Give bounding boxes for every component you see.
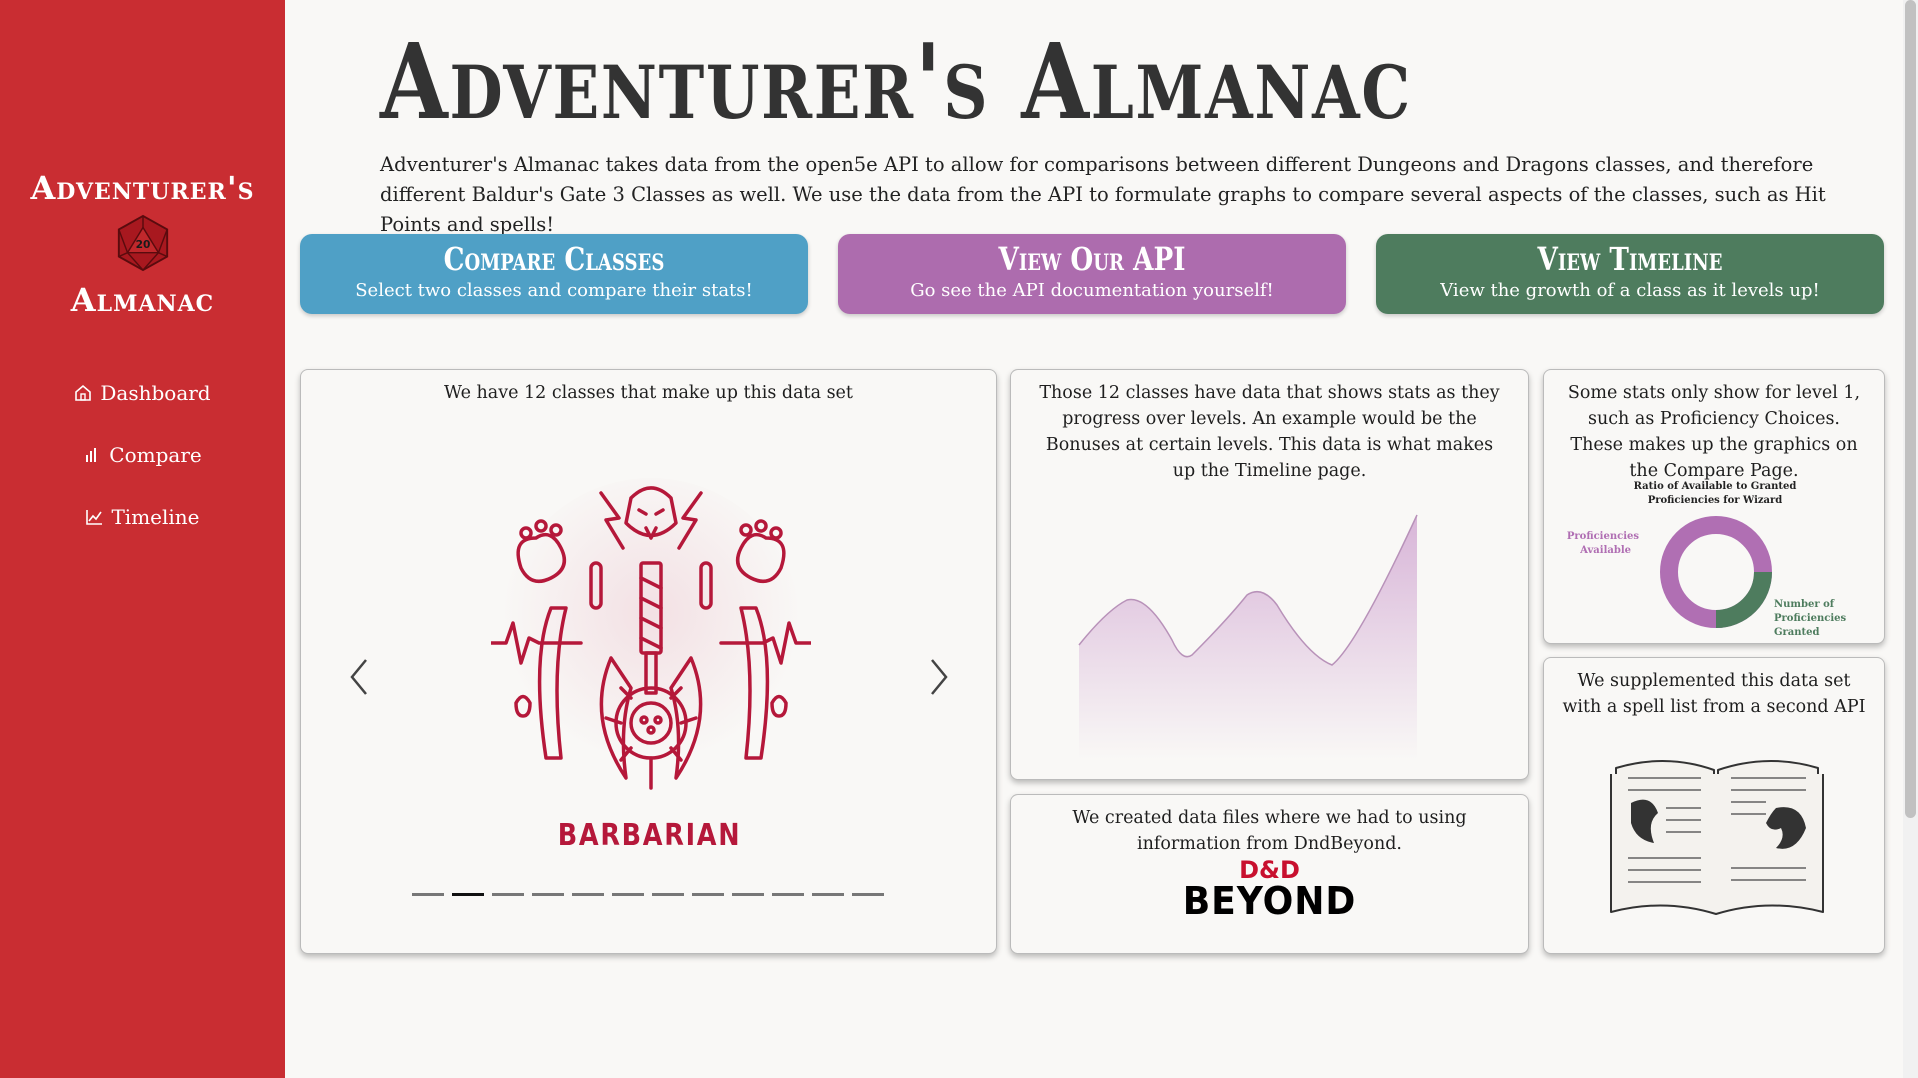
carousel-indicator[interactable] xyxy=(812,893,844,896)
carousel-indicator[interactable] xyxy=(612,893,644,896)
scrollbar-thumb[interactable] xyxy=(1905,0,1916,818)
view-timeline-button[interactable]: View Timeline View the growth of a class… xyxy=(1376,234,1884,314)
timeline-info-card: Those 12 classes have data that shows st… xyxy=(1010,369,1529,780)
spells-card: We supplemented this data set with a spe… xyxy=(1543,657,1885,954)
dndbeyond-card: We created data files where we had to us… xyxy=(1010,794,1529,954)
slide-class-label: BARBARIAN xyxy=(557,818,742,853)
home-icon xyxy=(75,384,92,401)
proficiency-card-text: Some stats only show for level 1, such a… xyxy=(1567,383,1861,481)
dndbeyond-card-text: We created data files where we had to us… xyxy=(1072,808,1467,854)
nav-label-dashboard: Dashboard xyxy=(100,381,211,405)
label-available-1: Proficiencies xyxy=(1567,531,1639,542)
spells-card-text: We supplemented this data set with a spe… xyxy=(1562,671,1866,717)
d20-die-icon: 20 xyxy=(117,214,168,272)
nav-item-compare[interactable]: Compare xyxy=(0,424,285,486)
nav-item-dashboard[interactable]: Dashboard xyxy=(0,362,285,424)
view-timeline-subtitle: View the growth of a class as it levels … xyxy=(1440,280,1820,301)
page-title: Adventurer's Almanac xyxy=(380,20,1412,143)
carousel-next-arrow-icon[interactable] xyxy=(924,652,954,702)
carousel-indicator[interactable] xyxy=(852,893,884,896)
page-scrollbar[interactable] xyxy=(1903,0,1918,1078)
carousel-indicator[interactable] xyxy=(732,893,764,896)
carousel-indicator[interactable] xyxy=(772,893,804,896)
barbarian-emblem-icon xyxy=(491,478,811,790)
carousel-indicator[interactable] xyxy=(532,893,564,896)
label-granted-1: Number of xyxy=(1774,599,1835,610)
view-api-subtitle: Go see the API documentation yourself! xyxy=(910,280,1274,301)
donut-title-line2: Proficiencies for Wizard xyxy=(1648,495,1783,506)
sidebar: Adventurer's 20 Almanac Dashboard Compar… xyxy=(0,0,285,1078)
view-api-title: View Our API xyxy=(998,240,1186,278)
nav-label-compare: Compare xyxy=(109,443,202,467)
view-timeline-title: View Timeline xyxy=(1537,240,1723,278)
spellbook-icon xyxy=(1610,759,1824,915)
bar-chart-icon xyxy=(86,448,97,462)
line-chart-icon xyxy=(86,510,103,525)
brand-title-bottom: Almanac xyxy=(70,281,215,319)
view-api-button[interactable]: View Our API Go see the API documentatio… xyxy=(838,234,1346,314)
label-granted-2: Proficiencies xyxy=(1774,613,1846,624)
brand-logo[interactable]: Adventurer's 20 Almanac xyxy=(0,168,285,320)
carousel-indicator[interactable] xyxy=(652,893,684,896)
carousel-prev-arrow-icon[interactable] xyxy=(344,652,374,702)
proficiency-donut-chart: Ratio of Available to Granted Proficienc… xyxy=(1567,481,1847,638)
compare-classes-title: Compare Classes xyxy=(443,240,665,278)
compare-classes-subtitle: Select two classes and compare their sta… xyxy=(355,280,753,301)
classes-carousel-card: We have 12 classes that make up this dat… xyxy=(300,369,997,954)
label-granted-3: Granted xyxy=(1774,627,1820,638)
carousel-indicator[interactable] xyxy=(492,893,524,896)
donut-title-line1: Ratio of Available to Granted xyxy=(1634,481,1797,492)
carousel-indicator[interactable] xyxy=(572,893,604,896)
nav-label-timeline: Timeline xyxy=(111,505,200,529)
carousel-indicator[interactable] xyxy=(692,893,724,896)
carousel-indicators xyxy=(412,893,892,896)
carousel-indicator[interactable] xyxy=(452,893,484,896)
dndbeyond-logo-text: BEYOND xyxy=(1182,879,1357,923)
nav-item-timeline[interactable]: Timeline xyxy=(0,486,285,548)
timeline-area-graphic xyxy=(1078,514,1418,760)
proficiency-card: Some stats only show for level 1, such a… xyxy=(1543,369,1885,644)
brand-title-top: Adventurer's xyxy=(30,169,255,207)
classes-card-text: We have 12 classes that make up this dat… xyxy=(444,383,853,403)
compare-classes-button[interactable]: Compare Classes Select two classes and c… xyxy=(300,234,808,314)
label-available-2: Available xyxy=(1579,545,1631,556)
carousel-indicator[interactable] xyxy=(412,893,444,896)
sidebar-nav: Dashboard Compare Timeline xyxy=(0,362,285,548)
intro-text: Adventurer's Almanac takes data from the… xyxy=(380,153,1826,236)
d20-value: 20 xyxy=(135,238,150,251)
timeline-card-text: Those 12 classes have data that shows st… xyxy=(1039,383,1500,481)
